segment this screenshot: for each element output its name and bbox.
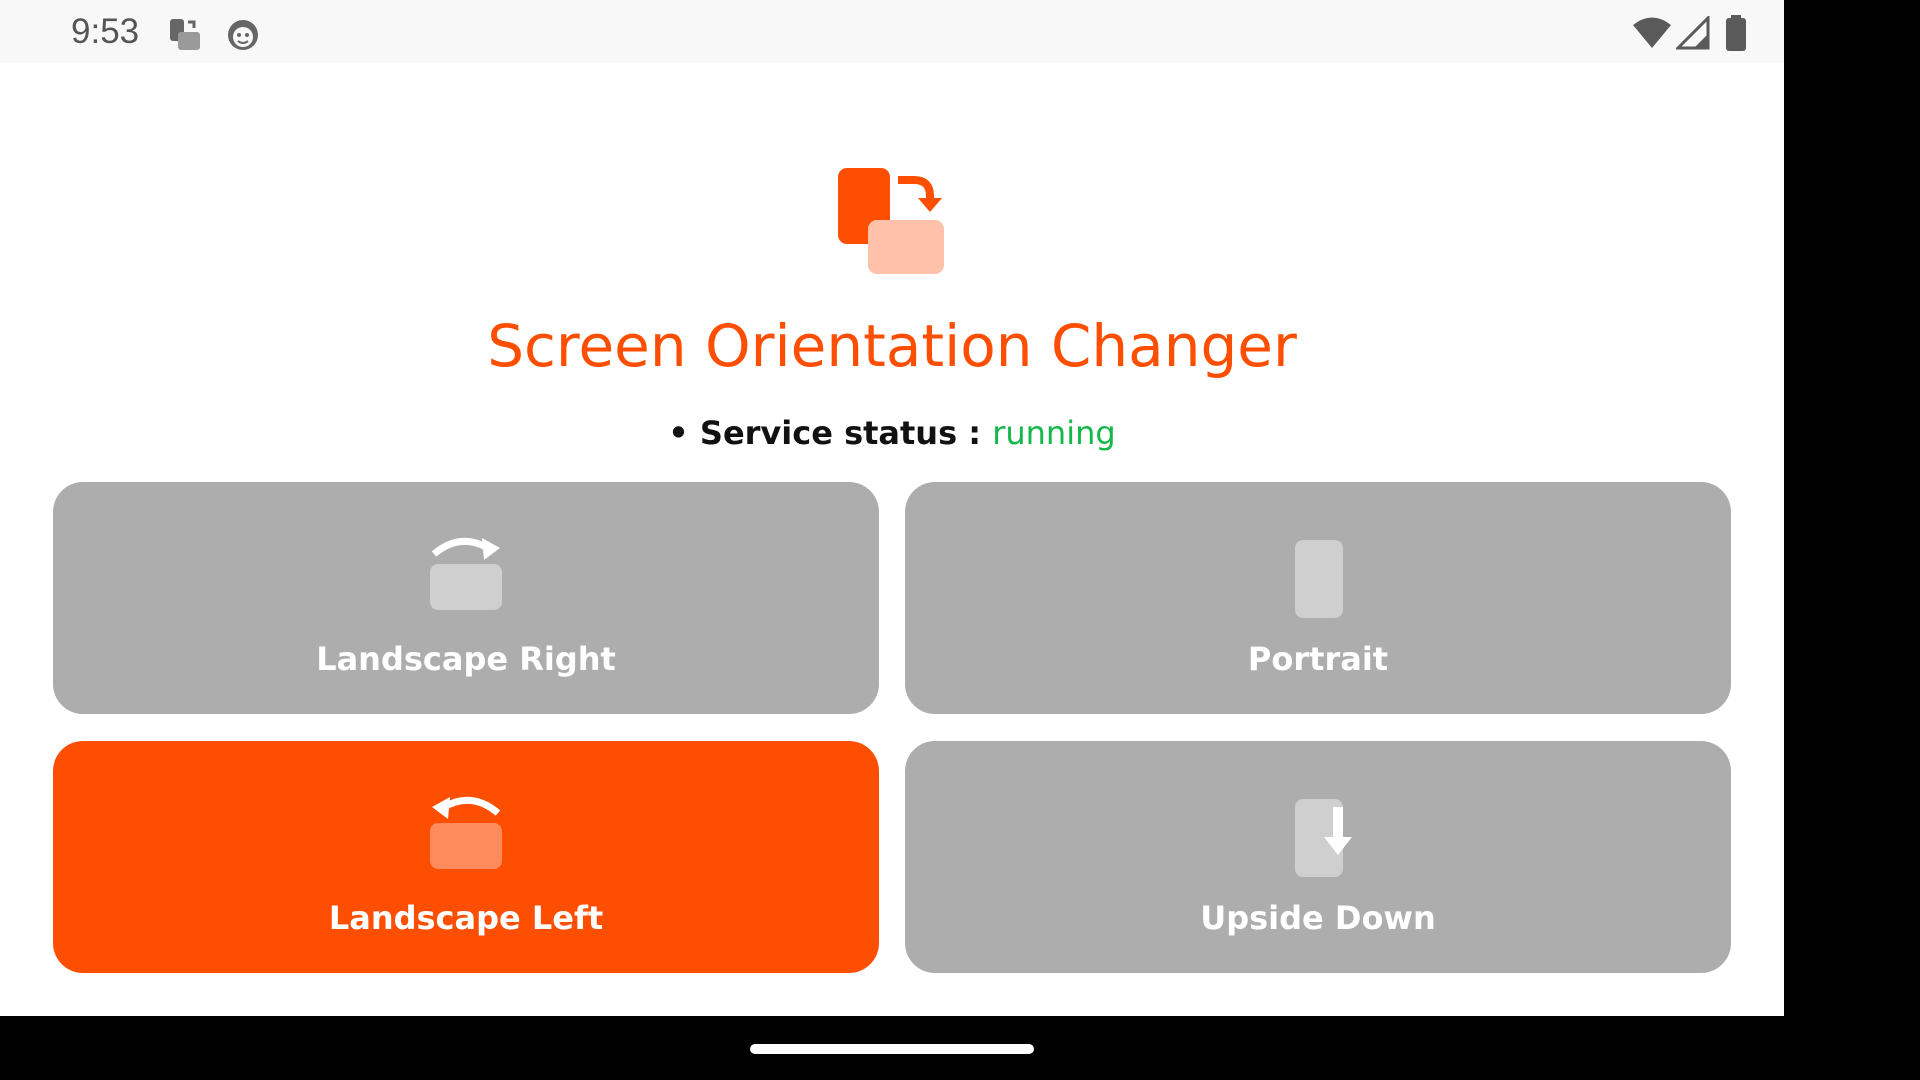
landscape-left-button[interactable]: Landscape Left: [53, 741, 879, 973]
app-screen: 9:53 Screen Orientation Changer • Servic…: [0, 0, 1784, 1016]
screen-rotation-logo-icon: [838, 168, 944, 274]
portrait-icon: [1295, 540, 1343, 618]
upside-down-icon: [1295, 799, 1352, 877]
rotate-right-icon: [430, 537, 502, 610]
portrait-label: Portrait: [1247, 640, 1389, 678]
battery-icon: [1726, 15, 1746, 51]
service-status: • Service status : running: [0, 414, 1784, 452]
landscape-right-label: Landscape Right: [316, 640, 616, 678]
screen-rotation-notification-icon: [170, 19, 200, 50]
service-status-label: • Service status :: [668, 414, 993, 452]
landscape-left-label: Landscape Left: [328, 899, 604, 937]
rotate-left-icon: [430, 796, 502, 869]
bot-face-notification-icon: [228, 20, 258, 50]
portrait-button[interactable]: Portrait: [905, 482, 1731, 714]
upside-down-button[interactable]: Upside Down: [905, 741, 1731, 973]
service-status-value: running: [992, 414, 1116, 452]
landscape-right-button[interactable]: Landscape Right: [53, 482, 879, 714]
navigation-bar: [0, 1016, 1920, 1080]
upside-down-label: Upside Down: [1200, 899, 1436, 937]
status-bar: 9:53: [0, 0, 1784, 63]
status-clock: 9:53: [71, 12, 140, 51]
cell-signal-icon: [1676, 16, 1710, 50]
gesture-handle[interactable]: [750, 1044, 1034, 1054]
wifi-icon: [1633, 17, 1671, 48]
app-title: Screen Orientation Changer: [487, 312, 1297, 380]
